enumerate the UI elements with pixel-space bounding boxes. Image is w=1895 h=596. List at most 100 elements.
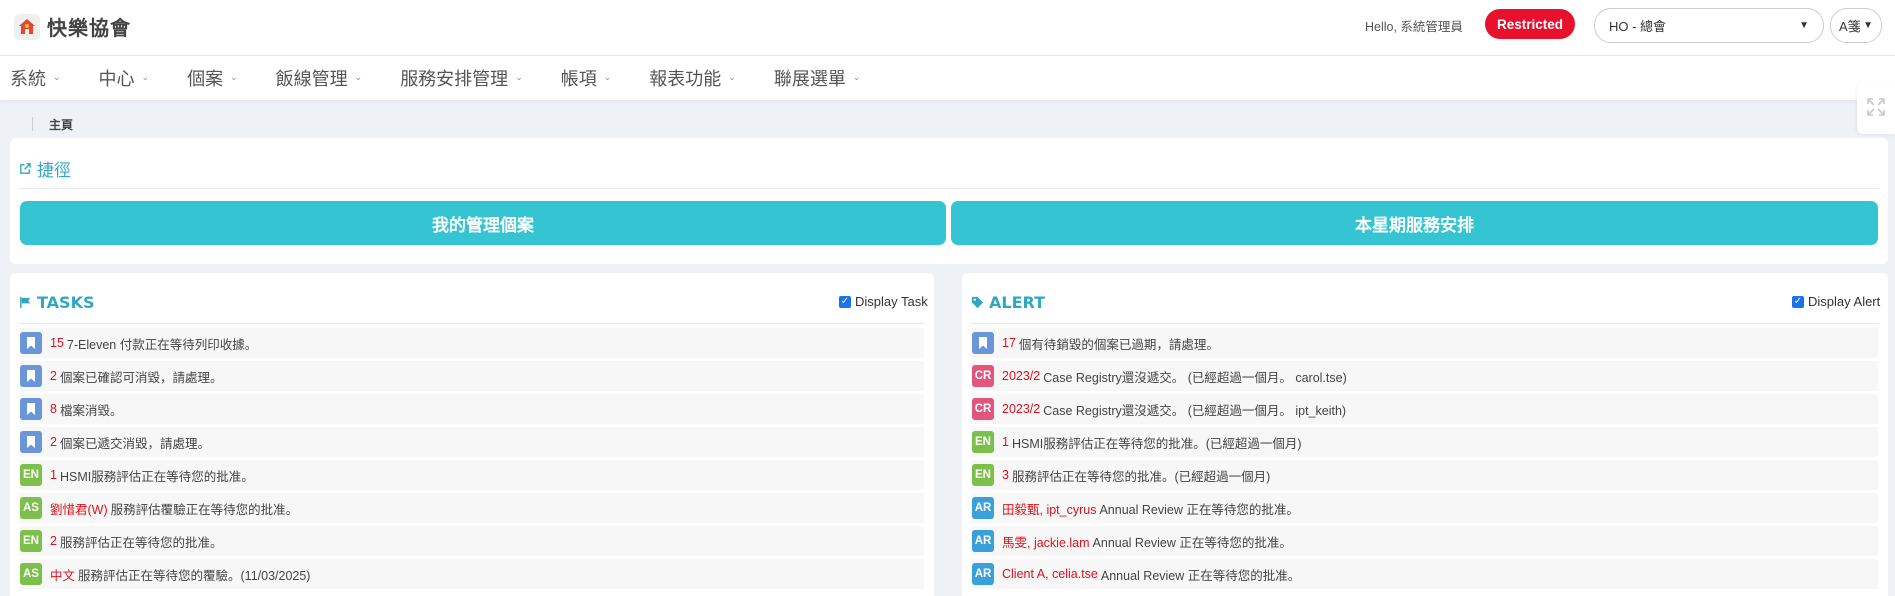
list-item[interactable]: 2 個案已確認可消毀，請處理。 [20,361,924,391]
highlight-value[interactable]: Client A, celia.tse [1002,567,1098,581]
list-item[interactable]: AS 中文 服務評估正在等待您的覆驗。(11/03/2025) [20,559,924,589]
display-task-toggle[interactable]: ✓ Display Task [839,294,928,309]
highlight-value[interactable]: 2 [50,534,57,548]
chevron-down-icon: ⌄ [53,73,61,83]
list-item[interactable]: AR 田毅甄, ipt_cyrus Annual Review 正在等待您的批准。 [972,493,1878,523]
item-text: Case Registry還沒遞交。 (已經超過一個月。 ipt_keith) [1043,403,1347,418]
highlight-value[interactable]: 2 [50,369,57,383]
breadcrumb-divider [32,117,33,131]
organization-select[interactable]: HO - 總會 ▼ [1594,8,1824,43]
list-item[interactable]: EN 1 HSMI服務評估正在等待您的批准。 [20,460,924,490]
nav-item-system[interactable]: 系統 ⌄ [10,65,61,91]
highlight-value[interactable]: 2023/2 [1002,402,1040,416]
nav-item-label: 聯展選單 [773,69,846,90]
item-text: 服務評估正在等待您的批准。 [59,535,223,550]
nav-item-label: 個案 [187,69,224,90]
external-link-icon [19,162,32,175]
category-badge: AR [972,563,994,585]
highlight-value[interactable]: 中文 [50,565,75,584]
highlight-value[interactable]: 田毅甄, ipt_cyrus [1002,499,1096,518]
highlight-value[interactable]: 3 [1002,468,1009,482]
chevron-down-icon: ▼ [1799,20,1809,31]
alert-title: ALERT [971,293,1045,312]
tasks-title: TASKS [19,293,95,312]
alert-panel: ALERT ✓ Display Alert 17 個有待銷毀的個案已過期，請處理。… [962,273,1888,596]
highlight-value[interactable]: 2 [50,435,57,449]
highlight-value[interactable]: 8 [50,402,57,416]
chevron-down-icon: ▼ [1863,20,1873,31]
item-text: 服務評估覆驗正在等待您的批准。 [110,502,299,517]
display-task-label: Display Task [855,294,928,309]
nav-item-reports[interactable]: 報表功能 ⌄ [649,65,736,91]
nav-item-extension-menu[interactable]: 聯展選單 ⌄ [774,65,861,91]
highlight-value[interactable]: 15 [50,336,64,350]
top-header: 快樂協會 Hello, 系統管理員 Restricted HO - 總會 ▼ A… [0,0,1895,56]
item-text: Annual Review 正在等待您的批准。 [1092,535,1292,550]
fullscreen-button[interactable] [1857,82,1895,134]
alert-title-text: ALERT [989,293,1046,312]
tasks-list: 15 7-Eleven 付款正在等待列印收據。 2 個案已確認可消毀，請處理。 8 檔案消… [20,328,924,592]
display-alert-toggle[interactable]: ✓ Display Alert [1792,294,1880,309]
list-item[interactable]: CR 2023/2 Case Registry還沒遞交。 (已經超過一個月。 car… [972,361,1878,391]
highlight-value[interactable]: 1 [50,468,57,482]
list-item[interactable]: EN 2 服務評估正在等待您的批准。 [20,526,924,556]
nav-item-label: 服務安排管理 [400,69,509,90]
category-badge: AR [972,530,994,552]
chevron-down-icon: ⌄ [603,73,612,83]
item-text: 服務評估正在等待您的覆驗。(11/03/2025) [78,568,311,583]
list-item[interactable]: EN 1 HSMI服務評估正在等待您的批准。(已經超過一個月) [972,427,1878,457]
list-item[interactable]: CR 2023/2 Case Registry還沒遞交。 (已經超過一個月。 ipt… [972,394,1878,424]
chevron-down-icon: ⌄ [515,73,523,83]
category-badge: AR [972,497,994,519]
chevron-down-icon: ⌄ [354,73,363,83]
list-item[interactable]: AR 馬雯, jackie.lam Annual Review 正在等待您的批准。 [972,526,1878,556]
nav-item-label: 帳項 [560,69,597,90]
nav-item-meal-route[interactable]: 飯線管理 ⌄ [276,65,363,91]
highlight-value[interactable]: 17 [1002,336,1016,350]
nav-item-accounts[interactable]: 帳項 ⌄ [561,65,612,91]
item-text: 7-Eleven 付款正在等待列印收據。 [66,337,258,352]
divider [971,323,1879,324]
bookmark-icon [20,431,42,453]
list-item[interactable]: AR Client A, celia.tse Annual Review 正在等待您… [972,559,1878,589]
language-select[interactable]: A箋 ▼ [1830,8,1882,43]
category-badge: AS [20,497,42,519]
list-item[interactable]: 8 檔案消毀。 [20,394,924,424]
checkbox-checked-icon: ✓ [1792,295,1804,308]
logo[interactable]: 快樂協會 [14,12,131,41]
tag-icon [971,296,984,309]
list-item[interactable]: EN 3 服務評估正在等待您的批准。(已經超過一個月) [972,460,1878,490]
nav-item-cases[interactable]: 個案 ⌄ [187,65,238,91]
category-badge: CR [972,365,994,387]
bookmark-icon [20,398,42,420]
breadcrumb-home[interactable]: 主頁 [49,116,73,133]
highlight-value[interactable]: 2023/2 [1002,369,1040,383]
checkbox-checked-icon: ✓ [839,295,851,308]
highlight-value[interactable]: 劉惜君(W) [50,499,108,518]
my-cases-button[interactable]: 我的管理個案 [20,201,946,245]
chevron-down-icon: ⌄ [852,73,861,83]
list-item[interactable]: AS 劉惜君(W) 服務評估覆驗正在等待您的批准。 [20,493,924,523]
list-item[interactable]: 2 個案已遞交消毀，請處理。 [20,427,924,457]
item-text: HSMI服務評估正在等待您的批准。(已經超過一個月) [1011,436,1302,451]
divider [19,323,925,324]
logo-text: 快樂協會 [47,16,131,40]
highlight-value[interactable]: 1 [1002,435,1009,449]
chevron-down-icon: ⌄ [141,73,150,83]
item-text: 個有待銷毀的個案已過期，請處理。 [1018,337,1219,352]
nav-item-service-arrangement[interactable]: 服務安排管理 ⌄ [400,65,523,91]
category-badge: AS [20,563,42,585]
nav-item-center[interactable]: 中心 ⌄ [99,65,150,91]
category-badge: EN [972,464,994,486]
item-text: Case Registry還沒遞交。 (已經超過一個月。 carol.tse) [1043,370,1347,385]
weekly-schedule-button[interactable]: 本星期服務安排 [951,201,1878,245]
nav-item-label: 中心 [98,69,135,90]
list-item[interactable]: 17 個有待銷毀的個案已過期，請處理。 [972,328,1878,358]
item-text: Annual Review 正在等待您的批准。 [1100,568,1301,583]
restricted-badge[interactable]: Restricted [1485,9,1575,39]
organization-select-value: HO - 總會 [1609,19,1667,34]
bookmark-icon [20,332,42,354]
highlight-value[interactable]: 馬雯, jackie.lam [1002,532,1090,551]
flag-icon [19,296,32,309]
list-item[interactable]: 15 7-Eleven 付款正在等待列印收據。 [20,328,924,358]
